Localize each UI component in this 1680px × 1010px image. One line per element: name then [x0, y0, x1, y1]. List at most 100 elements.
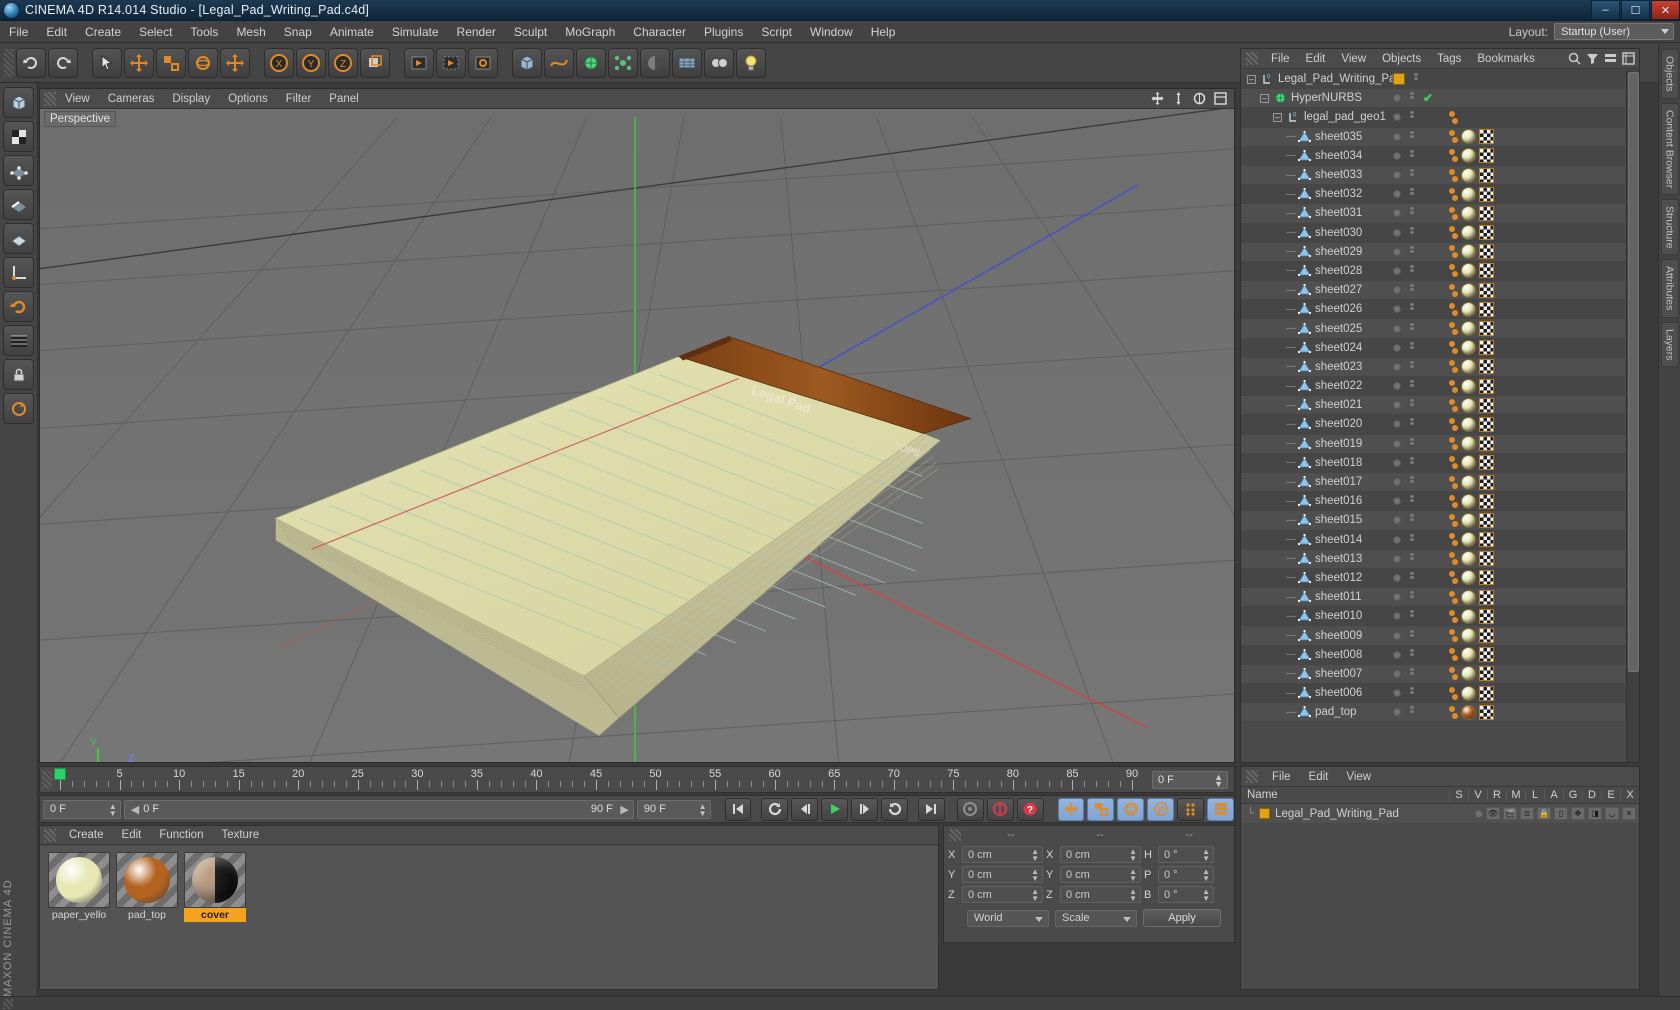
render-visibility-dots[interactable] — [1410, 245, 1414, 258]
material-preview-pad_top[interactable] — [116, 852, 178, 908]
uvw-tag-icon[interactable] — [1479, 167, 1494, 183]
object-visibility-dots[interactable] — [1393, 128, 1414, 146]
object-visibility-dots[interactable] — [1393, 166, 1414, 184]
xpresso-toggle-icon[interactable]: ✕ — [1622, 807, 1636, 820]
object-menu-view[interactable]: View — [1333, 49, 1374, 69]
object-row[interactable]: — sheet010 — [1241, 607, 1625, 627]
object-manager-scrollbar[interactable] — [1626, 70, 1639, 762]
maximize-button[interactable]: ☐ — [1621, 0, 1650, 20]
tab-attributes[interactable]: Attributes — [1660, 259, 1679, 318]
editor-visibility-dot[interactable] — [1393, 554, 1401, 563]
object-visibility-dots[interactable] — [1393, 339, 1414, 357]
object-visibility-dots[interactable] — [1393, 646, 1414, 664]
render-region-button[interactable] — [436, 47, 466, 78]
play-forward-loop-button[interactable] — [881, 797, 908, 821]
object-visibility-dots[interactable] — [1393, 473, 1414, 491]
expand-collapse-icon[interactable]: – — [1273, 112, 1282, 122]
material-preview-paper_yellow[interactable] — [48, 852, 110, 908]
viewport-menu-options[interactable]: Options — [219, 89, 277, 109]
render-visibility-dots[interactable] — [1410, 706, 1414, 718]
object-visibility-dots[interactable] — [1393, 492, 1414, 510]
object-row[interactable]: — sheet008 — [1241, 645, 1625, 665]
phong-tag-icon[interactable] — [1449, 206, 1458, 220]
material-tag-icon[interactable] — [1461, 244, 1476, 260]
playhead-marker[interactable] — [54, 768, 66, 780]
record-key-button[interactable] — [956, 797, 984, 821]
pla-key-button[interactable] — [1177, 797, 1205, 821]
rotation-key-button[interactable] — [1117, 797, 1145, 821]
material-tag-icon[interactable] — [1461, 455, 1476, 471]
editor-visibility-dot[interactable] — [1393, 382, 1401, 391]
solo-toggle-icon[interactable] — [1475, 809, 1483, 818]
spinner-icon[interactable]: ▲ ▼ — [699, 802, 707, 817]
uvw-tag-icon[interactable] — [1479, 244, 1494, 260]
current-frame-field[interactable]: 0 F ▲ ▼ — [1152, 771, 1228, 789]
uvw-tag-icon[interactable] — [1479, 301, 1494, 317]
layer-menu-grip[interactable] — [1246, 770, 1258, 783]
object-visibility-dots[interactable] — [1393, 262, 1414, 280]
editor-visibility-dot[interactable] — [1393, 343, 1401, 352]
material-tag-icon[interactable] — [1461, 129, 1476, 145]
object-visibility-dots[interactable] — [1393, 550, 1414, 568]
render-visibility-dots[interactable] — [1410, 92, 1414, 104]
editor-visibility-dot[interactable] — [1393, 420, 1401, 429]
material-tag-icon[interactable] — [1461, 205, 1476, 221]
timeline-grip[interactable] — [42, 771, 52, 789]
render-visibility-dots[interactable] — [1410, 303, 1414, 315]
object-row[interactable]: — sheet009 — [1241, 626, 1625, 646]
phong-tag-icon[interactable] — [1449, 590, 1458, 604]
bend-deformer-button[interactable] — [640, 47, 670, 78]
editor-visibility-dot[interactable] — [1393, 362, 1401, 371]
object-row[interactable]: — sheet023 — [1241, 357, 1625, 377]
object-row[interactable]: — sheet033 — [1241, 165, 1625, 186]
layer-menu-view[interactable]: View — [1337, 767, 1380, 787]
scrollbar-thumb[interactable] — [1628, 72, 1639, 672]
render-visibility-dots[interactable] — [1410, 322, 1414, 335]
render-visibility-dots[interactable] — [1410, 264, 1414, 277]
layers-icon[interactable] — [1604, 52, 1617, 68]
go-to-end-button[interactable] — [917, 797, 945, 821]
layer-menu-edit[interactable]: Edit — [1300, 767, 1338, 787]
phong-tag-icon[interactable] — [1449, 456, 1458, 470]
phong-tag-icon[interactable] — [1449, 705, 1458, 719]
editor-visibility-dot[interactable] — [1393, 516, 1401, 525]
menu-window[interactable]: Window — [801, 21, 862, 43]
render-visibility-dots[interactable] — [1410, 437, 1414, 450]
render-visibility-dots[interactable] — [1410, 188, 1414, 200]
object-menu-objects[interactable]: Objects — [1374, 49, 1429, 69]
object-visibility-dots[interactable] — [1393, 454, 1414, 472]
rotate-tool-button[interactable] — [188, 47, 218, 78]
layer-column-a[interactable]: A — [1544, 789, 1563, 801]
phong-tag-icon[interactable] — [1449, 667, 1458, 681]
object-visibility-dots[interactable]: ✔ — [1393, 89, 1433, 107]
manager-toggle-icon[interactable]: ≣ — [1520, 807, 1534, 820]
scale-key-button[interactable] — [1087, 797, 1115, 821]
uvw-tag-icon[interactable] — [1479, 129, 1494, 145]
generator-enabled-icon[interactable]: ✔ — [1423, 91, 1433, 105]
object-row[interactable]: — sheet035 — [1241, 127, 1625, 147]
layer-column-s[interactable]: S — [1449, 789, 1468, 801]
menu-help[interactable]: Help — [862, 21, 905, 43]
object-visibility-dots[interactable] — [1393, 703, 1414, 721]
position-z-field[interactable]: 0 cm ▲ ▼ — [962, 886, 1043, 903]
uvw-tag-icon[interactable] — [1479, 551, 1494, 567]
render-visibility-dots[interactable] — [1410, 380, 1414, 392]
material-menu-grip[interactable] — [44, 828, 56, 842]
spinner-icon[interactable]: ▲ ▼ — [1031, 868, 1039, 883]
object-visibility-dots[interactable] — [1393, 224, 1414, 242]
material-tag-icon[interactable] — [1461, 532, 1476, 548]
object-visibility-dots[interactable] — [1393, 569, 1414, 587]
render-visibility-dots[interactable] — [1410, 130, 1414, 143]
render-visibility-dots[interactable] — [1410, 360, 1414, 373]
tab-layers[interactable]: Layers — [1660, 321, 1679, 368]
render-visibility-dots[interactable] — [1410, 341, 1414, 354]
object-row[interactable]: — sheet024 — [1241, 338, 1625, 358]
phong-tag-icon[interactable] — [1449, 360, 1458, 374]
coordinates-grip[interactable] — [949, 829, 961, 841]
phong-tag-icon[interactable] — [1449, 648, 1458, 662]
position-key-button[interactable] — [1057, 797, 1085, 821]
generator-toggle-icon[interactable]: ✥ — [1571, 807, 1585, 820]
visibility-eye-icon[interactable]: 👁 — [1486, 807, 1500, 820]
menu-tools[interactable]: Tools — [181, 21, 227, 43]
spline-pen-button[interactable] — [544, 47, 574, 78]
